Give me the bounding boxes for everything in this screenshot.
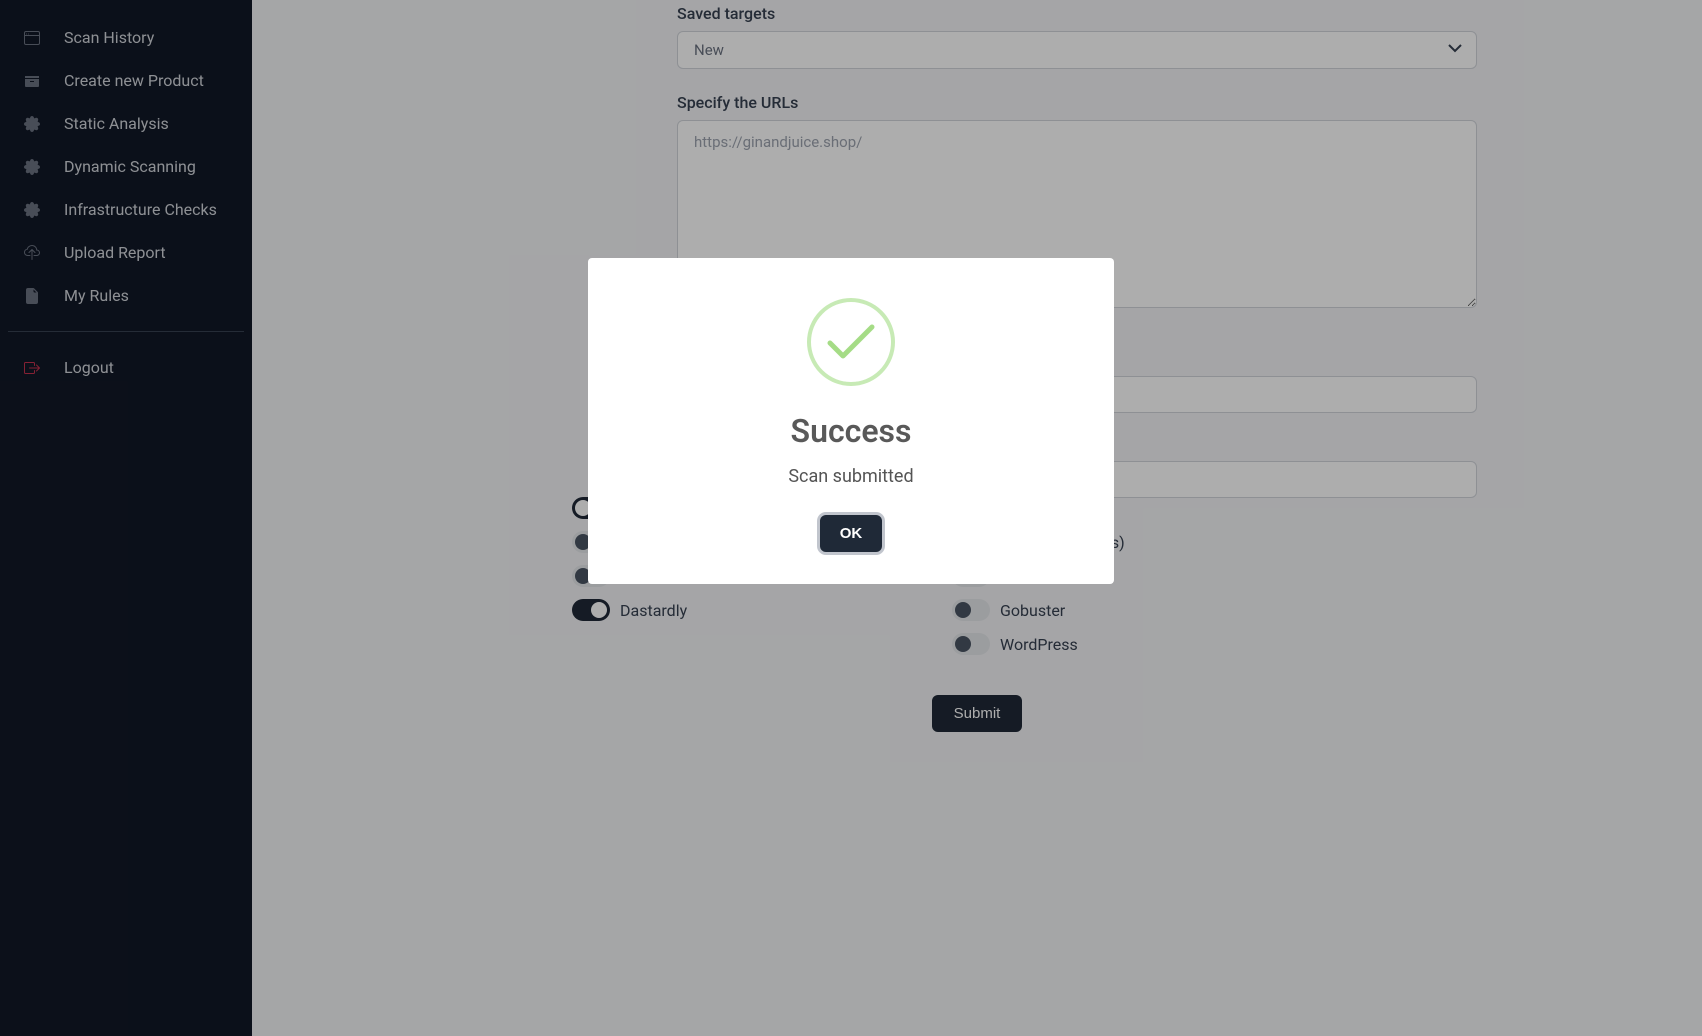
success-check-icon — [807, 298, 895, 386]
modal-ok-button[interactable]: OK — [820, 515, 883, 552]
success-modal: Success Scan submitted OK — [588, 258, 1114, 584]
modal-message: Scan submitted — [788, 466, 913, 487]
modal-overlay[interactable]: Success Scan submitted OK — [0, 0, 1702, 1036]
modal-title: Success — [791, 412, 912, 450]
